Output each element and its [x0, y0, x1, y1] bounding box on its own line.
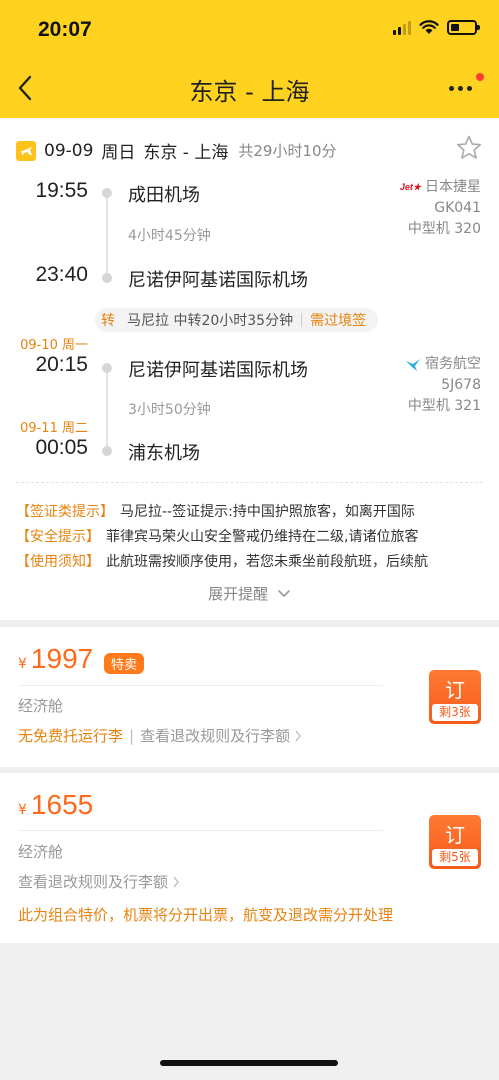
special-sale-badge: 特卖 [104, 653, 145, 674]
leg-duration: 4小时45分钟 [128, 228, 211, 244]
fare-price: ¥ 1997 [18, 643, 93, 675]
total-duration: 共29小时10分 [238, 142, 337, 160]
price-amount: 1997 [30, 643, 94, 674]
chevron-down-icon [278, 590, 290, 598]
seats-remaining: 剩3张 [432, 704, 478, 721]
timeline-dot [102, 273, 112, 283]
transfer-info: 转 马尼拉 中转20小时35分钟 需过境签 [95, 308, 379, 332]
notice-tag: 【使用须知】 [16, 554, 100, 570]
transfer-text: 马尼拉 中转20小时35分钟 [127, 313, 294, 329]
header: 20:07 东京 - 上海 [0, 0, 499, 118]
flight-route: 东京 - 上海 [143, 143, 229, 163]
price-amount: 1655 [30, 789, 94, 820]
no-free-baggage: 无免费托运行李 [18, 727, 124, 745]
notice-tag: 【安全提示】 [16, 529, 100, 545]
divider [18, 685, 383, 686]
arrival-airport: 浦东机场 [128, 443, 200, 464]
departure-airport: 成田机场 [128, 185, 200, 206]
fare-price: ¥ 1655 [18, 789, 93, 821]
combo-fare-note: 此为组合特价，机票将分开出票，航变及退改需分开处理 [18, 906, 394, 924]
jetstar-logo-icon: Jet★ [399, 182, 421, 192]
flight-number: 5J678 [441, 377, 481, 393]
leg-duration: 3小时50分钟 [128, 402, 211, 418]
aircraft-type: 中型机 320 [407, 221, 481, 237]
airline-info: Jet★ 日本捷星 GK041 中型机 320 [400, 177, 481, 240]
fare-option[interactable]: ¥ 1655 经济舱 查看退改规则及行李额 此为组合特价，机票将分开出票，航变及… [0, 773, 499, 943]
arrival-time: 23:40 [35, 263, 88, 286]
flight-summary: 09-09 周日 东京 - 上海 共29小时10分 [16, 138, 337, 163]
arrival-time: 00:05 [35, 436, 88, 459]
airline-name: 宿务航空 [425, 356, 481, 372]
arrival-date: 09-11 周二 [20, 421, 88, 436]
cabin-class: 经济舱 [18, 843, 64, 861]
departure-time: 19:55 [35, 179, 88, 202]
chevron-right-icon [295, 730, 301, 741]
page-title: 东京 - 上海 [189, 78, 310, 106]
notice-text: 此航班需按顺序使用，若您未乘坐前段航班，后续航 [106, 554, 428, 570]
wifi-icon [419, 20, 439, 34]
timeline-line [106, 370, 108, 454]
departure-time: 20:15 [35, 353, 88, 376]
notice-text: 菲律宾马荣火山安全警戒仍维持在二级,请诸位旅客 [106, 529, 419, 545]
airline-info: 宿务航空 5J678 中型机 321 [405, 354, 481, 417]
notice-text: 马尼拉--签证提示:持中国护照旅客，如离开国际 [120, 504, 415, 520]
view-rules-link[interactable]: 查看退改规则及行李额 [18, 871, 168, 892]
notice-usage[interactable]: 【使用须知】 此航班需按顺序使用，若您未乘坐前段航班，后续航 [16, 551, 486, 571]
aircraft-type: 中型机 321 [407, 398, 481, 414]
fare-rules-row: 查看退改规则及行李额 [18, 871, 180, 892]
currency-symbol: ¥ [18, 802, 27, 818]
notice-safety[interactable]: 【安全提示】 菲律宾马荣火山安全警戒仍维持在二级,请诸位旅客 [16, 526, 486, 546]
departure-date: 09-10 周一 [20, 338, 88, 353]
flight-number: GK041 [434, 200, 481, 216]
flight-weekday: 周日 [101, 143, 136, 163]
departure-airport: 尼诺伊阿基诺国际机场 [128, 360, 308, 381]
battery-icon [447, 20, 480, 35]
chevron-right-icon [173, 876, 179, 887]
notification-dot [476, 73, 484, 81]
status-time: 20:07 [38, 18, 92, 41]
transfer-label: 转 [101, 313, 115, 329]
view-rules-link[interactable]: 查看退改规则及行李额 [140, 725, 290, 746]
fare-option[interactable]: ¥ 1997 特卖 经济舱 无免费托运行李 | 查看退改规则及行李额 订 剩3张 [0, 627, 499, 767]
favorite-star-icon[interactable] [455, 134, 483, 162]
arrival-airport: 尼诺伊阿基诺国际机场 [128, 270, 308, 291]
flight-detail-card: 09-09 周日 东京 - 上海 共29小时10分 19:55 成田机场 4小时… [0, 118, 499, 620]
cabin-class: 经济舱 [18, 697, 64, 715]
timeline-dot [102, 446, 112, 456]
airline-name: 日本捷星 [425, 179, 481, 195]
home-indicator[interactable] [160, 1060, 338, 1066]
divider [18, 830, 383, 831]
book-label: 订 [445, 678, 465, 702]
currency-symbol: ¥ [18, 656, 27, 672]
timeline-dot [102, 188, 112, 198]
timeline-dot [102, 363, 112, 373]
seats-remaining: 剩5张 [432, 849, 478, 866]
more-menu-icon[interactable] [449, 78, 479, 98]
fare-rules-row: 无免费托运行李 | 查看退改规则及行李额 [18, 725, 302, 746]
cebu-pacific-logo-icon [406, 358, 420, 371]
flight-date: 09-09 [44, 140, 94, 161]
book-label: 订 [445, 823, 465, 847]
expand-notices-button[interactable]: 展开提醒 [0, 583, 499, 604]
notice-visa[interactable]: 【签证类提示】 马尼拉--签证提示:持中国护照旅客，如离开国际 [16, 501, 486, 521]
status-icons [393, 20, 480, 35]
signal-icon [393, 20, 411, 35]
divider [16, 482, 483, 483]
expand-label: 展开提醒 [208, 585, 269, 603]
notice-tag: 【签证类提示】 [16, 504, 114, 520]
visa-required: 需过境签 [310, 313, 367, 329]
plane-icon [16, 140, 36, 161]
book-button[interactable]: 订 剩5张 [429, 815, 481, 869]
book-button[interactable]: 订 剩3张 [429, 670, 481, 724]
timeline-line [106, 195, 108, 279]
